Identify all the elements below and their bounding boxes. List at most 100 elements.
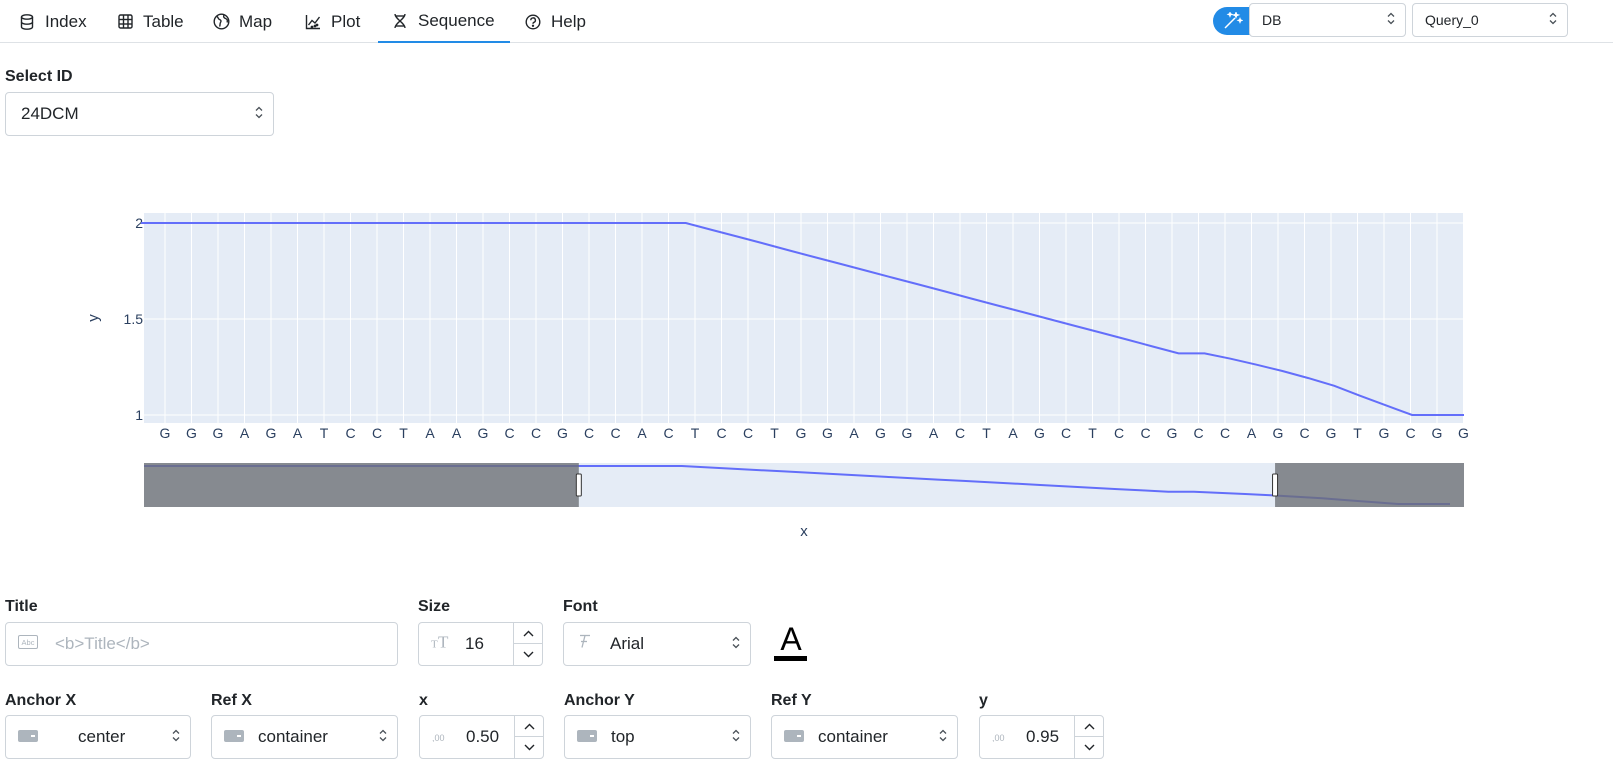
anchor-y-label: Anchor Y [564, 692, 635, 709]
anchor-x-label: Anchor X [5, 692, 77, 709]
x-tick-label: C [663, 425, 673, 441]
x-tick-label: T [399, 425, 408, 441]
title-input[interactable]: Abc <b>Title</b> [5, 622, 398, 666]
x-tick-label: C [1220, 425, 1230, 441]
x-tick-label: C [584, 425, 594, 441]
x-tick-label: T [1088, 425, 1097, 441]
x-tick-label: A [240, 425, 250, 441]
size-increment-button[interactable] [514, 623, 542, 644]
tab-plot[interactable]: Plot [304, 0, 360, 43]
decimal-icon: ,00 [432, 727, 448, 747]
tab-index[interactable]: Index [18, 0, 87, 43]
range-slider-mask-right [1275, 463, 1464, 507]
x-tick-label: G [266, 425, 277, 441]
x-tick-label: G [1458, 425, 1469, 441]
title-label: Title [5, 598, 38, 615]
x-decrement-button[interactable] [515, 737, 543, 758]
chart-line-icon [304, 13, 322, 31]
anchor-y-select[interactable]: top [564, 715, 751, 759]
x-tick-label: G [1167, 425, 1178, 441]
y-decrement-button[interactable] [1075, 737, 1103, 758]
dropdown-field-icon [224, 727, 244, 747]
select-id-label: Select ID [5, 68, 73, 85]
ref-x-label: Ref X [211, 692, 252, 709]
text-abc-icon: Abc [18, 634, 38, 654]
tab-map[interactable]: Map [212, 0, 272, 43]
help-icon [524, 13, 542, 31]
font-label: Font [563, 598, 598, 615]
range-slider-mask-left [144, 463, 579, 507]
svg-text:T: T [431, 639, 438, 650]
x-tick-label: C [345, 425, 355, 441]
database-icon [18, 13, 36, 31]
dropdown-field-icon [784, 727, 804, 747]
tab-help[interactable]: Help [524, 0, 586, 43]
size-input[interactable]: TT 16 [418, 622, 543, 666]
x-tick-label: G [478, 425, 489, 441]
y-position-input[interactable]: ,00 0.95 [979, 715, 1104, 759]
dna-icon [391, 12, 409, 30]
x-tick-label: G [186, 425, 197, 441]
x-tick-label: A [929, 425, 939, 441]
svg-text:,00: ,00 [992, 733, 1005, 742]
x-tick-label: G [902, 425, 913, 441]
x-tick-label: C [1405, 425, 1415, 441]
x-axis-label: x [800, 523, 808, 540]
font-select[interactable]: Arial [563, 622, 751, 666]
x-tick-label: A [293, 425, 303, 441]
x-tick-label: A [637, 425, 647, 441]
svg-text:,00: ,00 [432, 733, 445, 742]
font-icon [578, 634, 592, 655]
x-tick-label: G [822, 425, 833, 441]
x-tick-label: C [610, 425, 620, 441]
range-slider-handle-right[interactable] [1272, 473, 1279, 497]
y-tick-label: 1.5 [124, 311, 144, 327]
sequence-plot[interactable]: 11.52 GGGAGATCCTAAGCCGCCACTCCTGGAGGACTAG… [0, 170, 1613, 560]
plot-area[interactable] [144, 213, 1464, 423]
x-tick-label: C [1299, 425, 1309, 441]
x-tick-label: A [849, 425, 859, 441]
ref-y-select[interactable]: container [771, 715, 958, 759]
globe-icon [212, 13, 230, 31]
x-tick-label: G [1326, 425, 1337, 441]
x-stepper [514, 716, 543, 758]
chevron-updown-icon [939, 727, 947, 747]
db-select[interactable]: DB [1249, 3, 1406, 37]
x-tick-label: T [1353, 425, 1362, 441]
y-tick-labels: 11.52 [124, 215, 144, 423]
tab-table[interactable]: Table [116, 0, 184, 43]
size-stepper [513, 623, 542, 665]
range-slider[interactable] [144, 463, 1464, 507]
magic-wand-icon [1223, 10, 1244, 35]
x-tick-label: T [320, 425, 329, 441]
chevron-updown-icon [1387, 12, 1395, 28]
x-tick-label: C [955, 425, 965, 441]
x-tick-label: G [160, 425, 171, 441]
query-select[interactable]: Query_0 [1412, 3, 1568, 37]
x-tick-label: A [452, 425, 462, 441]
x-position-input[interactable]: ,00 0.50 [419, 715, 544, 759]
anchor-x-select[interactable]: center [5, 715, 191, 759]
x-tick-label: C [1114, 425, 1124, 441]
chevron-updown-icon [732, 727, 740, 747]
font-size-icon: TT [431, 633, 453, 655]
id-select[interactable]: 24DCM [5, 92, 274, 136]
size-decrement-button[interactable] [514, 644, 542, 665]
range-slider-handle-left[interactable] [575, 473, 582, 497]
x-tick-label: A [1247, 425, 1257, 441]
x-increment-button[interactable] [515, 716, 543, 737]
y-position-label: y [979, 692, 988, 709]
x-tick-label: C [1061, 425, 1071, 441]
table-icon [116, 13, 134, 31]
y-increment-button[interactable] [1075, 716, 1103, 737]
x-tick-labels: GGGAGATCCTAAGCCGCCACTCCTGGAGGACTAGCTCCGC… [160, 425, 1469, 441]
tab-sequence[interactable]: Sequence [378, 0, 510, 43]
chevron-updown-icon [172, 727, 180, 747]
x-tick-label: G [1034, 425, 1045, 441]
size-label: Size [418, 598, 451, 615]
x-tick-label: C [1193, 425, 1203, 441]
text-color-icon[interactable]: A [774, 621, 808, 668]
x-tick-label: T [691, 425, 700, 441]
ref-x-select[interactable]: container [211, 715, 398, 759]
x-tick-label: C [531, 425, 541, 441]
